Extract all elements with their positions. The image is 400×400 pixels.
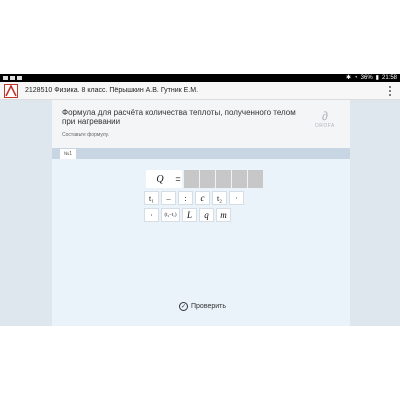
publisher-mark-icon: ∂	[322, 109, 328, 123]
formula-slot[interactable]	[184, 170, 199, 188]
app-icon	[10, 76, 15, 80]
publisher-logo: ∂ DROFA	[312, 109, 338, 129]
tile-q[interactable]: q	[199, 208, 214, 222]
app-title: 2128510 Физика. 8 класс. Пёрышкин А.В. Г…	[25, 87, 199, 94]
tile-delta-t[interactable]: (t₂–t₁)	[161, 208, 180, 222]
formula-equals: =	[174, 170, 182, 188]
tile-m[interactable]: m	[216, 208, 231, 222]
check-button[interactable]: ✓ Проверить	[179, 302, 226, 311]
formula-slot[interactable]	[248, 170, 263, 188]
notification-icons	[3, 74, 22, 80]
check-button-label: Проверить	[191, 303, 227, 310]
bluetooth-icon: ✱	[346, 75, 352, 81]
formula-slot[interactable]	[216, 170, 231, 188]
task-title: Формула для расчёта количества теплоты, …	[62, 108, 296, 126]
tile-t1[interactable]: t₁	[144, 191, 159, 205]
formula-row: Q =	[146, 170, 264, 188]
task-header: Формула для расчёта количества теплоты, …	[52, 100, 350, 148]
tile-c[interactable]: c	[195, 191, 210, 205]
tile-divide[interactable]: :	[178, 191, 193, 205]
check-icon: ✓	[179, 302, 188, 311]
tab-1[interactable]: №1	[60, 149, 76, 159]
status-bar: ✱ ◔ 36% ▮ 21:58	[0, 74, 400, 82]
status-right: ✱ ◔ 36% ▮ 21:58	[346, 74, 397, 82]
battery-icon: ▮	[375, 75, 379, 81]
wifi-icon: ◔	[354, 75, 358, 81]
clock: 21:58	[381, 75, 397, 81]
app-logo-icon[interactable]	[4, 84, 18, 98]
task-instruction: Составьте формулу.	[62, 132, 110, 138]
formula-lhs: Q	[146, 170, 174, 188]
publisher-name: DROFA	[315, 123, 335, 129]
tiles-row-2: · (t₂–t₁) L q m	[144, 208, 231, 222]
tile-dot[interactable]: ·	[229, 191, 244, 205]
tile-minus[interactable]: –	[161, 191, 176, 205]
task-tabs: №1	[52, 148, 350, 159]
download-icon	[17, 76, 22, 80]
tile-t2[interactable]: t₂	[212, 191, 227, 205]
tiles-row-1: t₁ – : c t₂ ·	[144, 191, 244, 205]
formula-slot[interactable]	[200, 170, 215, 188]
tile-L[interactable]: L	[182, 208, 197, 222]
more-menu-icon[interactable]	[389, 86, 392, 96]
battery-level: 36%	[360, 75, 373, 81]
app-bar: 2128510 Физика. 8 класс. Пёрышкин А.В. Г…	[0, 82, 400, 100]
tile-dot[interactable]: ·	[144, 208, 159, 222]
formula-slot[interactable]	[232, 170, 247, 188]
image-icon	[3, 76, 8, 80]
